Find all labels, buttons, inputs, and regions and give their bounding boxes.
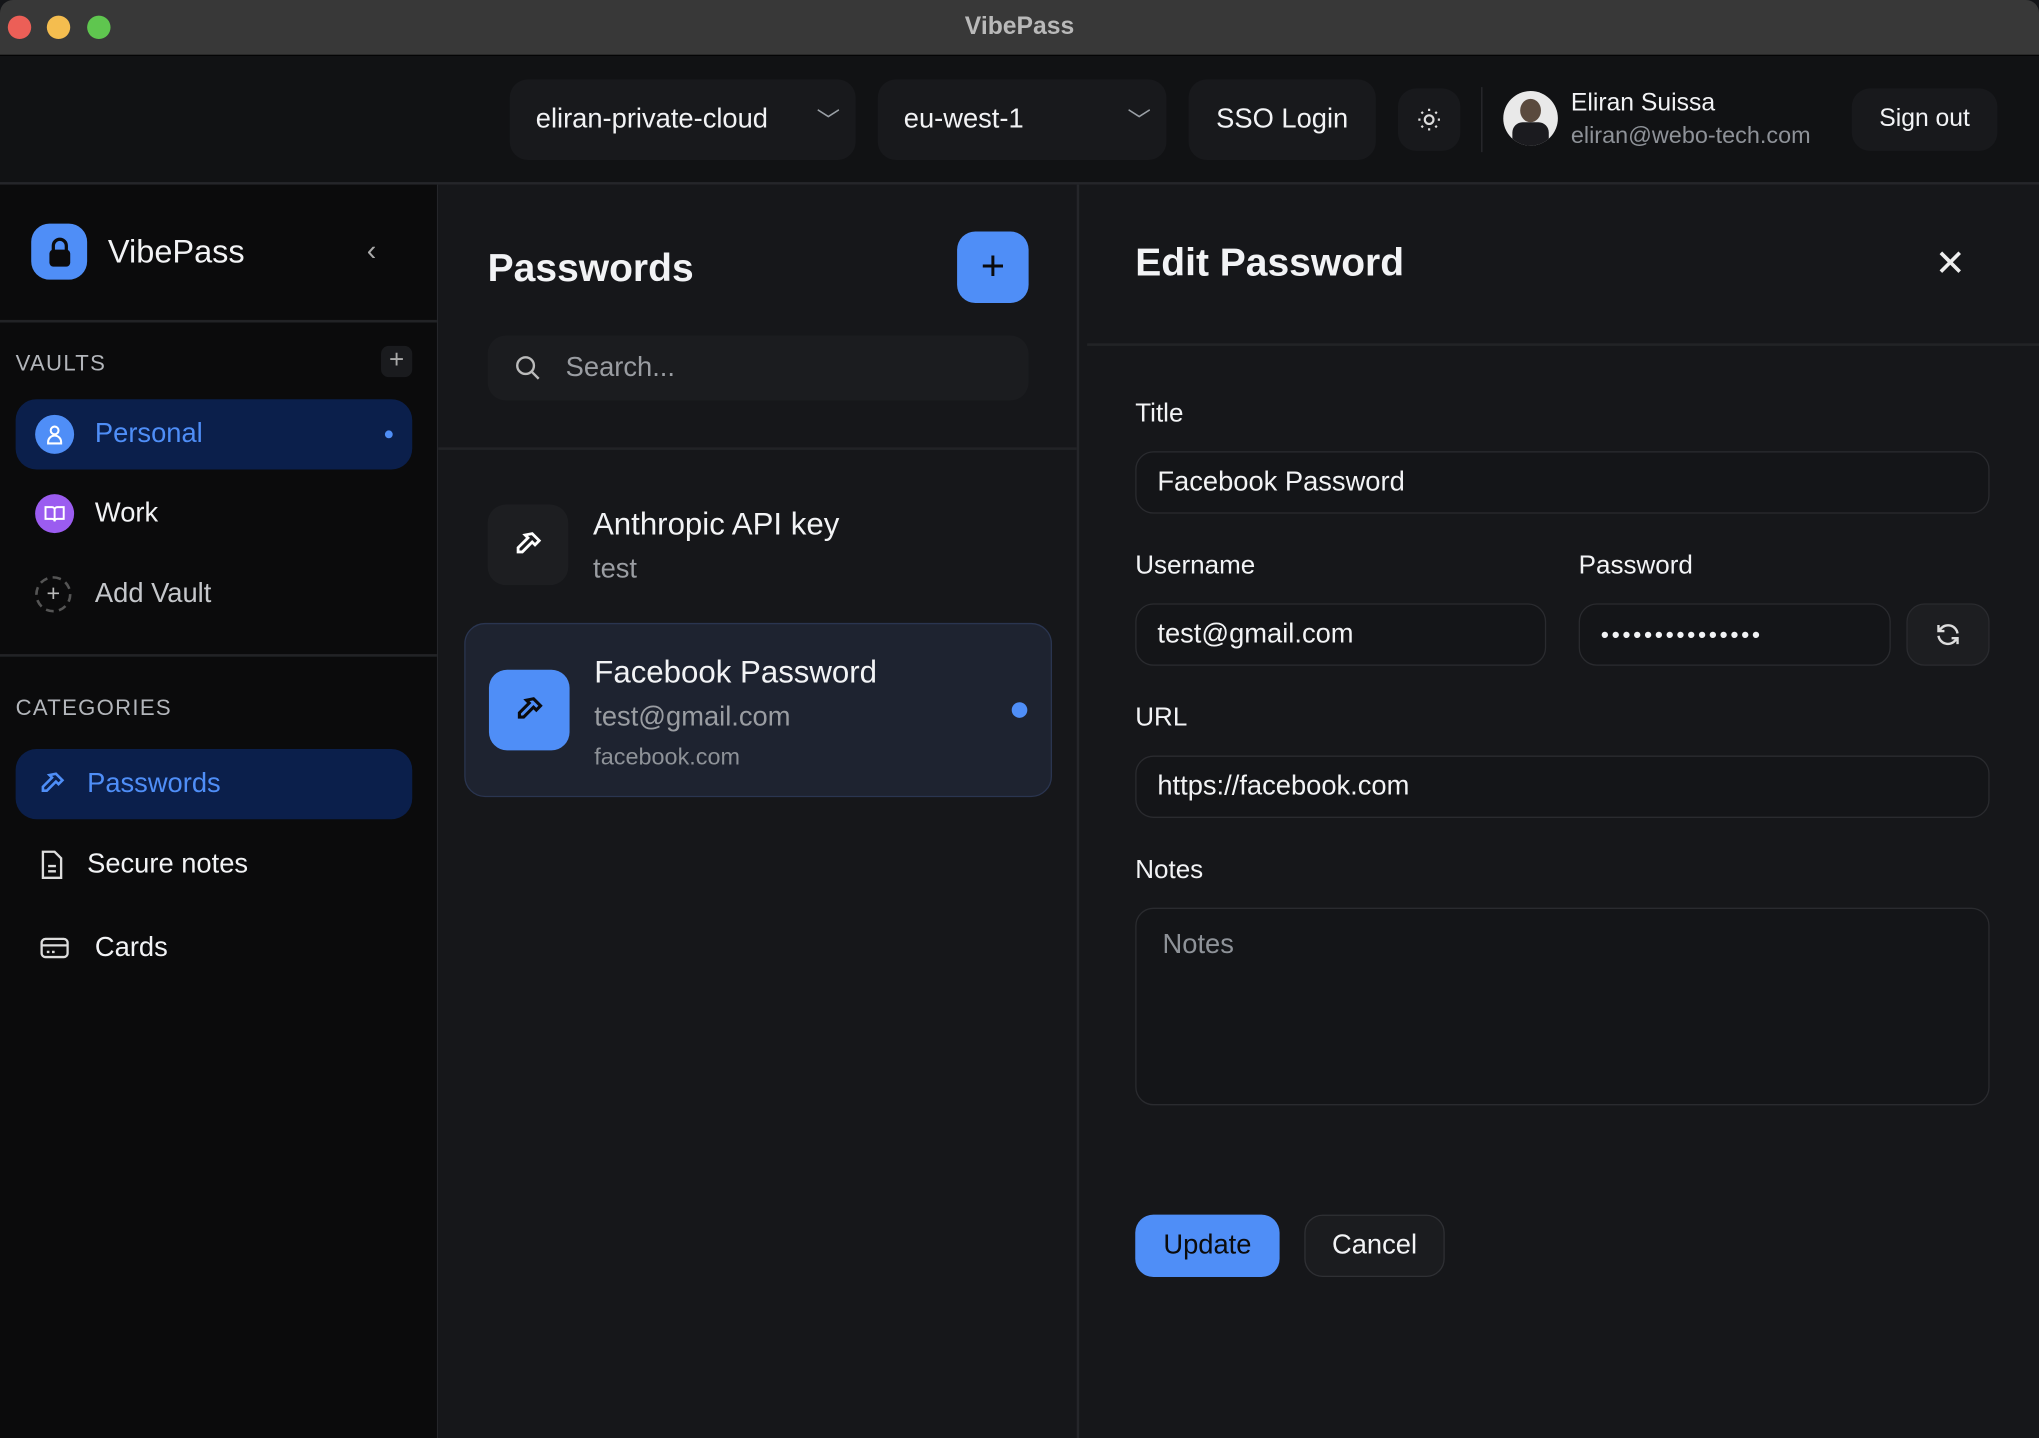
key-icon xyxy=(488,669,570,751)
key-icon xyxy=(487,504,569,586)
url-label: URL xyxy=(1135,703,1188,733)
add-password-button[interactable]: + xyxy=(957,231,1029,303)
sso-login-button[interactable]: SSO Login xyxy=(1188,79,1376,160)
region-select-value: eu-west-1 xyxy=(903,104,1024,134)
category-passwords[interactable]: Passwords xyxy=(15,749,413,820)
categories-label: CATEGORIES xyxy=(15,695,172,721)
sign-out-button[interactable]: Sign out xyxy=(1851,88,1998,151)
item-subtitle: test xyxy=(592,553,638,584)
close-icon[interactable]: ✕ xyxy=(1935,242,1966,285)
username-field[interactable]: test@gmail.com xyxy=(1135,603,1547,666)
notes-placeholder: Notes xyxy=(1162,929,1234,960)
title-bar: VibePass xyxy=(0,0,2039,56)
card-icon xyxy=(40,937,69,959)
cloud-select-value: eliran-private-cloud xyxy=(535,104,769,134)
editor-title: Edit Password xyxy=(1135,241,1405,285)
selected-indicator xyxy=(1011,702,1028,718)
user-name: Eliran Suissa xyxy=(1570,89,1716,118)
region-select[interactable]: eu-west-1 ﹀ xyxy=(877,79,1167,160)
search-input[interactable]: Search... xyxy=(487,335,1029,401)
username-value: test@gmail.com xyxy=(1157,618,1354,649)
password-label: Password xyxy=(1578,551,1693,580)
search-icon xyxy=(516,356,540,380)
category-cards[interactable]: Cards xyxy=(16,913,413,983)
user-email: eliran@webo-tech.com xyxy=(1570,122,1811,149)
generate-password-button[interactable] xyxy=(1906,603,1990,666)
vault-item-work[interactable]: Work xyxy=(16,479,413,549)
item-title: Anthropic API key xyxy=(592,507,840,543)
password-value: ••••••••••••••• xyxy=(1600,620,1763,647)
cancel-button[interactable]: Cancel xyxy=(1304,1214,1445,1277)
url-field[interactable]: https://facebook.com xyxy=(1135,755,1990,818)
active-indicator xyxy=(384,430,393,439)
add-vault-button[interactable]: + Add Vault xyxy=(16,559,413,629)
list-item[interactable]: Anthropic API key test xyxy=(464,481,1052,611)
document-icon xyxy=(41,850,63,879)
book-icon xyxy=(35,494,75,534)
vault-label: Work xyxy=(94,498,159,528)
category-label: Secure notes xyxy=(87,849,249,880)
update-label: Update xyxy=(1163,1230,1252,1261)
cancel-label: Cancel xyxy=(1332,1230,1418,1261)
update-button[interactable]: Update xyxy=(1135,1214,1280,1277)
refresh-icon xyxy=(1937,624,1959,646)
title-field[interactable]: Facebook Password xyxy=(1135,451,1990,514)
list-title: Passwords xyxy=(487,247,694,290)
divider xyxy=(438,447,1077,450)
notes-label: Notes xyxy=(1135,855,1204,885)
category-label: Passwords xyxy=(87,768,221,799)
cloud-select[interactable]: eliran-private-cloud ﹀ xyxy=(509,79,856,160)
password-field[interactable]: ••••••••••••••• xyxy=(1578,603,1891,666)
list-item-selected[interactable]: Facebook Password test@gmail.com faceboo… xyxy=(464,622,1053,798)
username-label: Username xyxy=(1135,551,1256,580)
category-label: Cards xyxy=(94,932,168,963)
add-vault-icon-button[interactable]: + xyxy=(381,345,413,378)
sso-login-label: SSO Login xyxy=(1216,104,1349,134)
divider xyxy=(1087,343,2039,346)
window-title: VibePass xyxy=(964,13,1075,41)
user-icon xyxy=(35,414,75,454)
brand-name: VibePass xyxy=(107,234,245,271)
title-label: Title xyxy=(1135,399,1184,428)
lock-icon xyxy=(31,223,88,280)
notes-textarea[interactable]: Notes xyxy=(1135,907,1990,1106)
search-placeholder: Search... xyxy=(565,352,675,383)
sun-icon xyxy=(1418,108,1440,131)
top-bar: eliran-private-cloud ﹀ eu-west-1 ﹀ SSO L… xyxy=(0,55,2039,185)
sign-out-label: Sign out xyxy=(1879,105,1970,133)
url-value: https://facebook.com xyxy=(1157,771,1410,802)
item-title: Facebook Password xyxy=(594,655,878,691)
chevron-down-icon: ﹀ xyxy=(816,107,841,134)
key-icon xyxy=(41,772,65,792)
item-subtitle: test@gmail.com xyxy=(594,702,791,733)
title-value: Facebook Password xyxy=(1157,466,1405,497)
divider xyxy=(0,319,437,323)
edit-password-panel: Edit Password ✕ Title Facebook Password … xyxy=(1079,184,2039,1438)
add-vault-label: Add Vault xyxy=(94,578,212,609)
app-window: VibePass eliran-private-cloud ﹀ eu-west-… xyxy=(0,0,2039,1438)
password-list-panel: Passwords + Search... Anthropic API key … xyxy=(438,184,1080,1438)
vault-label: Personal xyxy=(94,418,203,449)
vault-item-personal[interactable]: Personal xyxy=(15,399,413,470)
vaults-label: VAULTS xyxy=(15,351,107,376)
divider xyxy=(0,654,437,657)
sidebar: VibePass ‹ VAULTS + Personal Work + Add … xyxy=(0,184,439,1438)
theme-toggle-button[interactable] xyxy=(1397,88,1461,151)
category-secure-notes[interactable]: Secure notes xyxy=(16,830,413,900)
plus-icon: + xyxy=(35,576,72,613)
chevron-down-icon: ﹀ xyxy=(1127,107,1151,134)
divider xyxy=(1481,87,1483,153)
avatar xyxy=(1503,91,1558,146)
item-url: facebook.com xyxy=(594,743,741,770)
collapse-sidebar-button[interactable]: ‹ xyxy=(367,234,377,268)
